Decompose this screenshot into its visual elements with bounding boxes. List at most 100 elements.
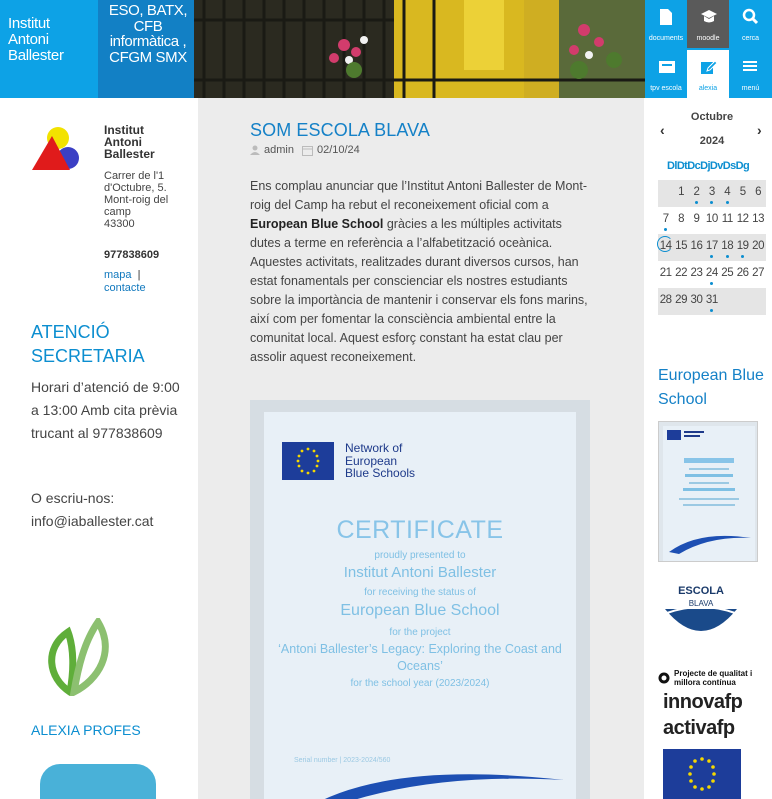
address: Carrer de l'1 d'Octubre, 5. Mont-roig de…	[104, 170, 194, 230]
calendar-day[interactable]: 1	[673, 180, 688, 207]
post-date: 02/10/24	[316, 144, 360, 156]
blava-line: BLAVA	[689, 599, 714, 608]
calendar-day[interactable]: 27	[750, 261, 765, 288]
certificate-presented: proudly presented to	[374, 550, 466, 561]
left-sidebar: Institut Antoni Ballester Carrer de l'1 …	[0, 98, 198, 799]
document-icon	[660, 9, 672, 25]
certificate-image[interactable]: Network of European Blue Schools CERTIFI…	[250, 400, 590, 799]
calendar-day[interactable]: 15	[673, 234, 688, 261]
leaf-logo-icon	[48, 618, 109, 696]
calendar-day[interactable]: 23	[689, 261, 704, 288]
post-title[interactable]: SOM ESCOLA BLAVA	[250, 120, 430, 141]
calendar-day[interactable]: 22	[673, 261, 688, 288]
certificate-project: ‘Antoni Ballester’s Legacy: Exploring th…	[278, 642, 562, 673]
calendar-day[interactable]: 20	[750, 234, 765, 261]
calendar-day[interactable]: 31	[704, 288, 719, 315]
calendar-day[interactable]: 16	[689, 234, 704, 261]
event-dot	[694, 201, 698, 204]
calendar-week-row: 28 29 30 31	[658, 288, 766, 315]
search-icon	[742, 8, 758, 25]
calendar-month: Octubre	[690, 111, 734, 123]
calendar-day[interactable]: 29	[673, 288, 688, 315]
calendar-day[interactable]: 2	[689, 180, 704, 207]
certificate-year: for the school year (2023/2024)	[350, 678, 490, 689]
calendar-day[interactable]: 17	[704, 234, 719, 261]
calendar-day	[720, 288, 735, 315]
home-logo-link[interactable]: Institut Antoni Ballester	[0, 0, 98, 98]
calendar-day[interactable]: 24	[704, 261, 719, 288]
calendar-week-row: 7 8 9 10 11 12 13	[658, 207, 766, 234]
calendar-day[interactable]: 8	[673, 207, 688, 234]
calendar-day[interactable]: 4	[720, 180, 735, 207]
alexia-profes-link[interactable]: ALEXIA PROFES	[31, 722, 141, 738]
post-body-text: Ens complau anunciar que l’Institut Anto…	[250, 179, 587, 212]
post-body: Ens complau anunciar que l’Institut Anto…	[250, 177, 590, 367]
certificate-thumbnail[interactable]	[658, 421, 758, 562]
school-logo-icon	[32, 127, 79, 170]
calendar-day[interactable]: 12	[735, 207, 750, 234]
certificate-receiving: for receiving the status of	[364, 587, 476, 598]
calendar-day	[735, 288, 750, 315]
event-dot	[710, 201, 714, 204]
calendar-day[interactable]: 9	[689, 207, 704, 234]
certificate-sheet: Network of European Blue Schools CERTIFI…	[264, 412, 576, 799]
certificate-network: Network of European Blue Schools	[345, 442, 415, 480]
calendar-year: 2024	[699, 135, 725, 147]
calendar-day[interactable]: 7	[658, 207, 673, 234]
moodle-button[interactable]: moodle	[687, 0, 729, 48]
calendar-day[interactable]: 25	[720, 261, 735, 288]
calendar-day[interactable]: 26	[735, 261, 750, 288]
school-name: Institut Antoni Ballester	[104, 124, 155, 160]
graduation-cap-icon	[701, 10, 717, 23]
edit-icon	[701, 60, 718, 74]
alexia-profes-button[interactable]	[40, 764, 156, 799]
calendar-day[interactable]: 30	[689, 288, 704, 315]
calendar-day[interactable]: 11	[720, 207, 735, 234]
tpv-escola-button[interactable]: tpv escola	[645, 50, 687, 98]
calendar-weekday: Ds	[722, 160, 736, 172]
calendar-week-row: 123456	[658, 180, 766, 207]
qualitat-text: Projecte de qualitat i millora contínua	[674, 669, 753, 687]
link-separator: |	[137, 269, 141, 281]
escola-blava-logo: ESCOLA BLAVA	[665, 585, 737, 631]
contact-links: mapa | contacte	[104, 269, 184, 295]
calendar-day[interactable]: 10	[704, 207, 719, 234]
calendar-day[interactable]: 13	[750, 207, 765, 234]
studies-line: CFGM SMX	[109, 48, 187, 66]
write-us-text: O escriu-nos: info@iaballester.cat	[31, 490, 154, 529]
calendar-day[interactable]: 28	[658, 288, 673, 315]
nav-label: moodle	[696, 35, 720, 42]
calendar-day[interactable]: 18	[720, 234, 735, 261]
alexia-button[interactable]: alexia	[687, 50, 729, 98]
calendar-day[interactable]: 6	[750, 180, 765, 207]
address-line: Mont-roig del	[104, 194, 169, 206]
certificate-school: Institut Antoni Ballester	[343, 564, 497, 581]
menu-button[interactable]: menú	[729, 50, 772, 98]
event-dot	[710, 255, 714, 258]
documents-button[interactable]: documents	[645, 0, 687, 48]
address-line: camp	[104, 206, 131, 218]
brand-line: Ballester	[8, 47, 64, 64]
calendar-day[interactable]: 19	[735, 234, 750, 261]
calendar-day[interactable]: 3	[704, 180, 719, 207]
european-blue-school-title[interactable]: European Blue School	[658, 364, 768, 412]
calendar-icon	[301, 145, 313, 156]
calendar-day[interactable]: 14	[657, 234, 673, 261]
calendar-day[interactable]: 21	[658, 261, 673, 288]
calendar-day[interactable]: 5	[735, 180, 750, 207]
innovafp-logo: innovafp	[663, 691, 743, 713]
address-line: d'Octubre, 5.	[104, 182, 167, 194]
header-quick-nav: documents moodle cerca tpv escola alexia…	[645, 0, 772, 98]
contact-link[interactable]: contacte	[104, 282, 146, 294]
map-link[interactable]: mapa	[104, 269, 132, 281]
calendar-weekday: Dg	[735, 160, 750, 172]
search-button[interactable]: cerca	[729, 0, 772, 48]
target-icon	[658, 672, 670, 684]
calendar-next-button[interactable]: ›	[757, 122, 762, 138]
studies-link[interactable]: ESO, BATX, CFB informàtica , CFGM SMX	[98, 0, 194, 98]
certificate-title: CERTIFICATE	[336, 516, 504, 544]
calendar-prev-button[interactable]: ‹	[660, 122, 665, 138]
post-meta: admin 02/10/24	[250, 144, 360, 156]
certificate-thumbnail-graphic	[659, 422, 757, 561]
post-author[interactable]: admin	[264, 144, 294, 156]
